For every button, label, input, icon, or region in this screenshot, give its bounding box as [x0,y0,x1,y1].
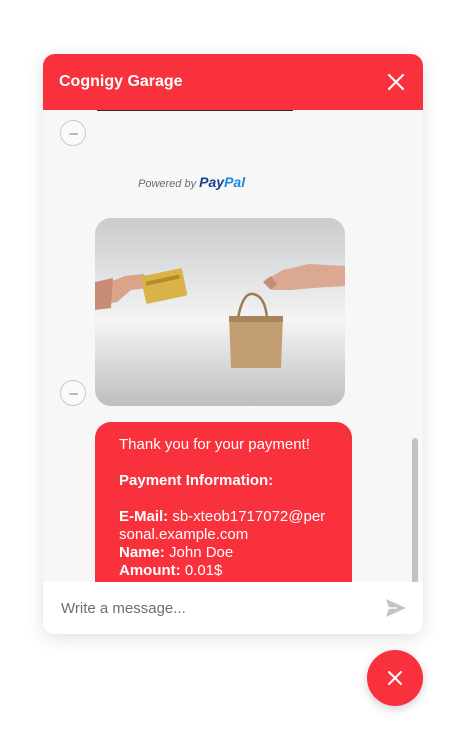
payment-image [95,218,345,406]
name-label: Name: [119,544,165,561]
payment-confirmation-message: Thank you for your payment! Payment Info… [95,422,352,582]
send-icon[interactable] [385,598,407,618]
message-log-scrollbar[interactable] [412,438,418,582]
close-chat-icon [388,671,402,685]
chat-widget: Cognigy Garage Powered by PayPal Thank y… [43,54,423,634]
amount-label: Amount: [119,562,181,579]
input-bar [43,582,423,634]
email-label: E-Mail: [119,508,169,525]
bot-avatar-icon [60,120,86,146]
message-log[interactable]: Powered by PayPal Thank you for your pay… [43,110,423,582]
chat-title: Cognigy Garage [59,73,183,90]
powered-by-text: Powered by [138,178,197,190]
toggle-chat-button[interactable] [367,650,423,706]
bot-avatar-icon [60,380,86,406]
paypal-logo: PayPal [199,174,246,190]
name-value: John Doe [169,544,234,561]
paypal-powered-by: Powered by PayPal [138,174,245,190]
payment-info-heading: Payment Information: [119,472,274,489]
chat-header: Cognigy Garage [43,54,423,110]
message-input[interactable] [59,598,363,618]
amount-value: 0.01$ [184,562,223,579]
paypal-button-edge [97,110,293,111]
thanks-text: Thank you for your payment! [119,436,310,453]
close-icon[interactable] [387,73,405,91]
